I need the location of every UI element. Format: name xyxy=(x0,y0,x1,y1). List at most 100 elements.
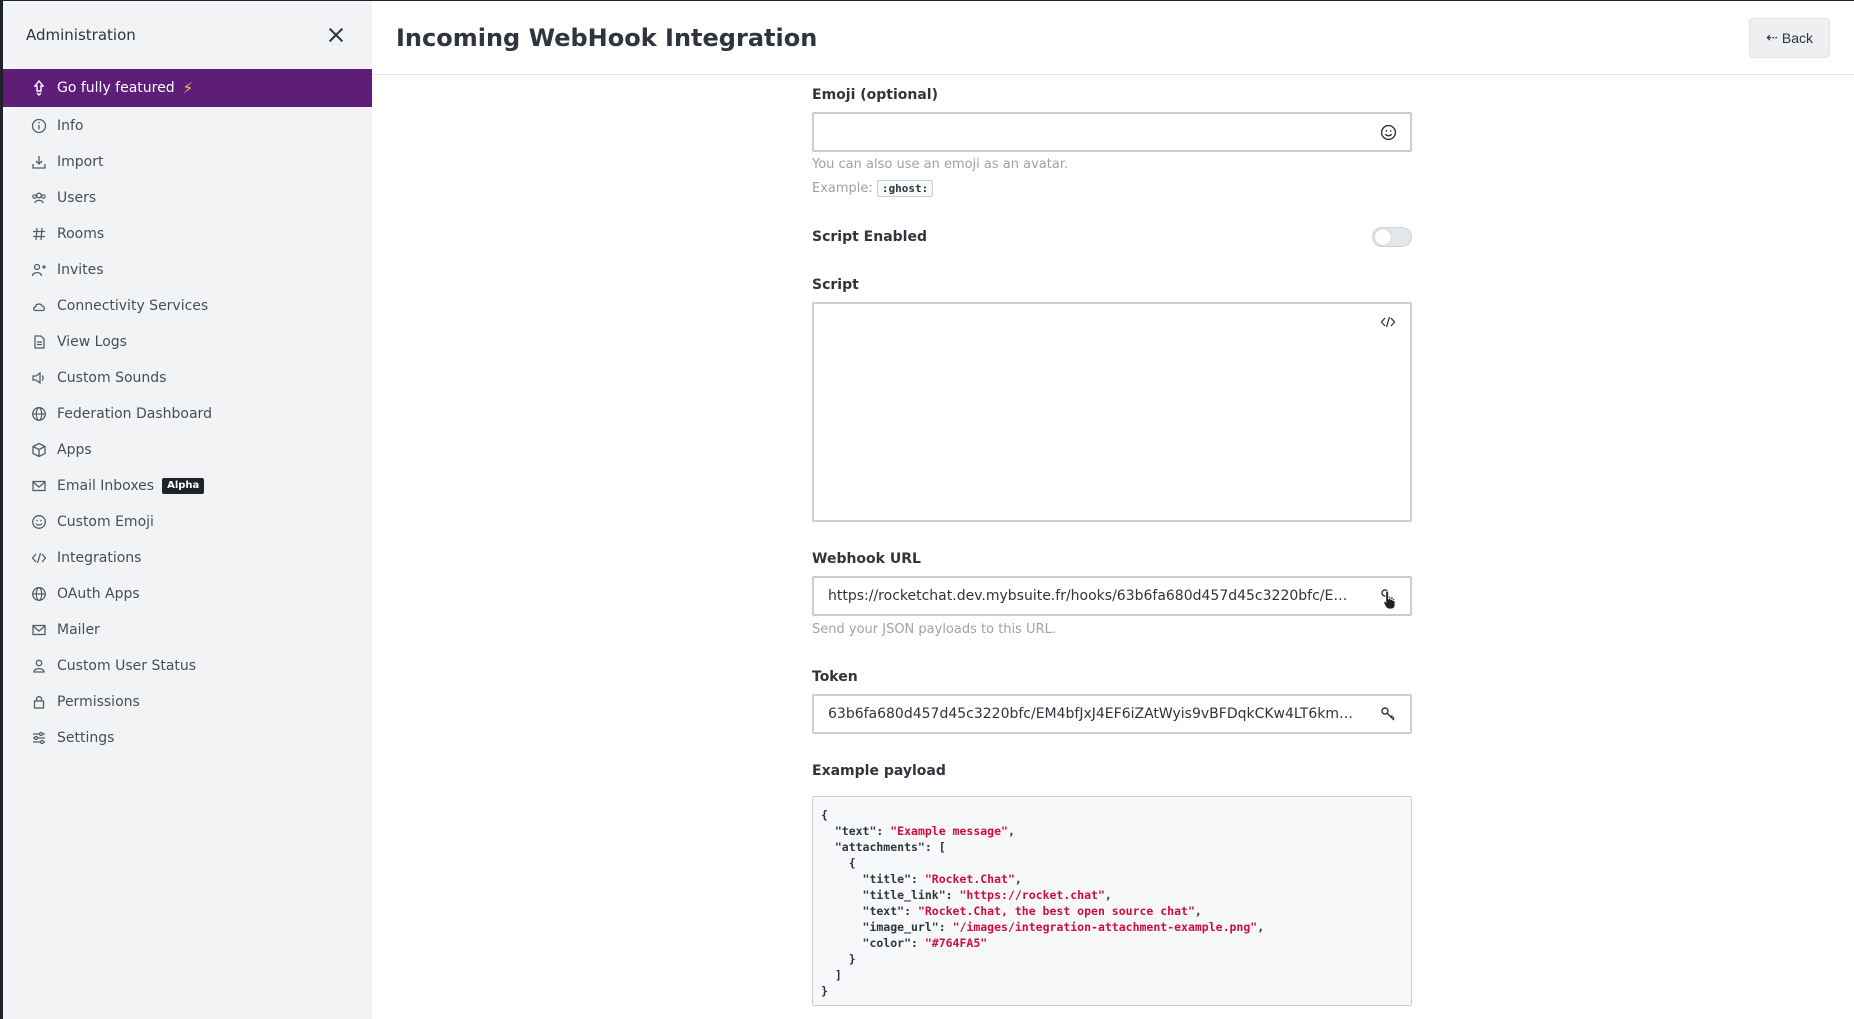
emoji-label: Emoji (optional) xyxy=(812,87,938,103)
sidebar-item-federation-dashboard[interactable]: Federation Dashboard xyxy=(3,396,372,432)
hand-cursor-icon xyxy=(1383,590,1396,610)
user-icon xyxy=(29,656,49,676)
sidebar-item-label: Email Inboxes xyxy=(57,478,155,494)
hashtag-icon xyxy=(29,224,49,244)
users-icon xyxy=(29,188,49,208)
document-icon xyxy=(29,332,49,352)
sidebar-item-rooms[interactable]: Rooms xyxy=(3,216,372,252)
lock-icon xyxy=(29,692,49,712)
cube-icon xyxy=(29,440,49,460)
volume-icon xyxy=(29,368,49,388)
sliders-icon xyxy=(29,728,49,748)
sidebar-item-label: OAuth Apps xyxy=(57,586,140,602)
admin-sidebar: Administration Go fully featured ⚡ Info … xyxy=(0,0,372,1019)
sidebar-item-label: Custom User Status xyxy=(57,658,197,674)
info-icon xyxy=(29,116,49,136)
sidebar-item-label: Integrations xyxy=(57,550,142,566)
sidebar-item-label: Custom Sounds xyxy=(57,370,167,386)
back-button[interactable]: ⇠ Back xyxy=(1749,17,1830,58)
payload-color-value: "#764FA5" xyxy=(924,936,988,950)
sidebar-item-custom-sounds[interactable]: Custom Sounds xyxy=(3,360,372,396)
script-enabled-toggle[interactable] xyxy=(1372,227,1412,247)
sidebar-item-email-inboxes[interactable]: Email Inboxes Alpha xyxy=(3,468,372,504)
sidebar-item-settings[interactable]: Settings xyxy=(3,720,372,756)
payload-title-link-value: "https://rocket.chat" xyxy=(959,888,1105,902)
sidebar-item-custom-emoji[interactable]: Custom Emoji xyxy=(3,504,372,540)
webhook-url-label: Webhook URL xyxy=(812,551,921,567)
emoji-input[interactable] xyxy=(812,112,1412,152)
key-icon[interactable] xyxy=(1366,706,1410,722)
sidebar-item-label: Mailer xyxy=(57,622,100,638)
sidebar-item-label: Permissions xyxy=(57,694,140,710)
main-content: Incoming WebHook Integration ⇠ Back Emoj… xyxy=(372,0,1854,1019)
sidebar-item-mailer[interactable]: Mailer xyxy=(3,612,372,648)
sidebar-item-custom-user-status[interactable]: Custom User Status xyxy=(3,648,372,684)
sidebar-item-label: Rooms xyxy=(57,226,105,242)
sidebar-item-label: Users xyxy=(57,190,97,206)
emoji-example: Example: :ghost: xyxy=(812,180,934,197)
emoji-hint: You can also use an emoji as an avatar. xyxy=(812,157,1069,172)
sidebar-item-integrations[interactable]: Integrations xyxy=(3,540,372,576)
webhook-url-input[interactable]: https://rocketchat.dev.mybsuite.fr/hooks… xyxy=(812,576,1412,616)
token-label: Token xyxy=(812,669,858,685)
code-icon xyxy=(29,548,49,568)
script-label: Script xyxy=(812,277,859,293)
example-payload-code: { "text": "Example message", "attachment… xyxy=(812,796,1412,1006)
sidebar-item-connectivity-services[interactable]: Connectivity Services xyxy=(3,288,372,324)
sidebar-item-label: Federation Dashboard xyxy=(57,406,212,422)
sidebar-item-label: Connectivity Services xyxy=(57,298,209,314)
token-input[interactable]: 63b6fa680d457d45c3220bfc/EM4bfJxJ4EF6iZA… xyxy=(812,694,1412,734)
sidebar-item-invites[interactable]: Invites xyxy=(3,252,372,288)
sidebar-header: Administration xyxy=(3,1,372,69)
payload-image-url-value: "/images/integration-attachment-example.… xyxy=(952,920,1258,934)
payload-title-value: "Rocket.Chat" xyxy=(924,872,1015,886)
sidebar-item-users[interactable]: Users xyxy=(3,180,372,216)
code-icon[interactable] xyxy=(1366,304,1410,330)
sidebar-item-label: Info xyxy=(57,118,84,134)
token-value: 63b6fa680d457d45c3220bfc/EM4bfJxJ4EF6iZA… xyxy=(828,706,1366,722)
sidebar-nav: Info Import Users Rooms Invites Connecti… xyxy=(3,108,372,756)
sidebar-item-apps[interactable]: Apps xyxy=(3,432,372,468)
sidebar-item-label: Import xyxy=(57,154,104,170)
globe-icon xyxy=(29,584,49,604)
rocket-icon xyxy=(29,80,49,96)
import-icon xyxy=(29,152,49,172)
lightning-icon: ⚡ xyxy=(182,79,194,97)
go-fully-featured-item[interactable]: Go fully featured ⚡ xyxy=(3,69,372,107)
go-fully-featured-label: Go fully featured xyxy=(57,80,175,96)
emoji-example-prefix: Example: xyxy=(812,181,873,196)
sidebar-item-label: View Logs xyxy=(57,334,127,350)
mail-icon xyxy=(29,476,49,496)
cloud-icon xyxy=(29,296,49,316)
globe-icon xyxy=(29,404,49,424)
back-arrow-icon: ⇠ xyxy=(1766,29,1778,45)
sidebar-item-label: Invites xyxy=(57,262,104,278)
sidebar-item-permissions[interactable]: Permissions xyxy=(3,684,372,720)
sidebar-item-oauth-apps[interactable]: OAuth Apps xyxy=(3,576,372,612)
page-title: Incoming WebHook Integration xyxy=(396,23,818,52)
webhook-url-value: https://rocketchat.dev.mybsuite.fr/hooks… xyxy=(828,588,1366,604)
sidebar-item-label: Settings xyxy=(57,730,115,746)
emoji-icon[interactable] xyxy=(1366,124,1410,141)
payload-attachment-text-value: "Rocket.Chat, the best open source chat" xyxy=(917,904,1195,918)
sidebar-item-label: Apps xyxy=(57,442,92,458)
script-textarea-value xyxy=(814,304,1366,314)
sidebar-item-info[interactable]: Info xyxy=(3,108,372,144)
webhook-url-hint: Send your JSON payloads to this URL. xyxy=(812,622,1056,637)
alpha-badge: Alpha xyxy=(162,478,205,494)
sidebar-item-label: Custom Emoji xyxy=(57,514,154,530)
back-button-label: Back xyxy=(1781,29,1813,46)
sidebar-item-import[interactable]: Import xyxy=(3,144,372,180)
example-payload-label: Example payload xyxy=(812,763,946,779)
emoji-icon xyxy=(29,512,49,532)
emoji-example-code: :ghost: xyxy=(876,180,934,197)
sidebar-title: Administration xyxy=(26,26,136,44)
user-plus-icon xyxy=(29,260,49,280)
mail-icon xyxy=(29,620,49,640)
script-enabled-label: Script Enabled xyxy=(812,229,927,245)
script-textarea[interactable] xyxy=(812,302,1412,522)
page-header: Incoming WebHook Integration ⇠ Back xyxy=(372,1,1854,75)
close-icon[interactable] xyxy=(326,25,346,45)
sidebar-item-view-logs[interactable]: View Logs xyxy=(3,324,372,360)
payload-text-value: "Example message" xyxy=(890,824,1008,838)
